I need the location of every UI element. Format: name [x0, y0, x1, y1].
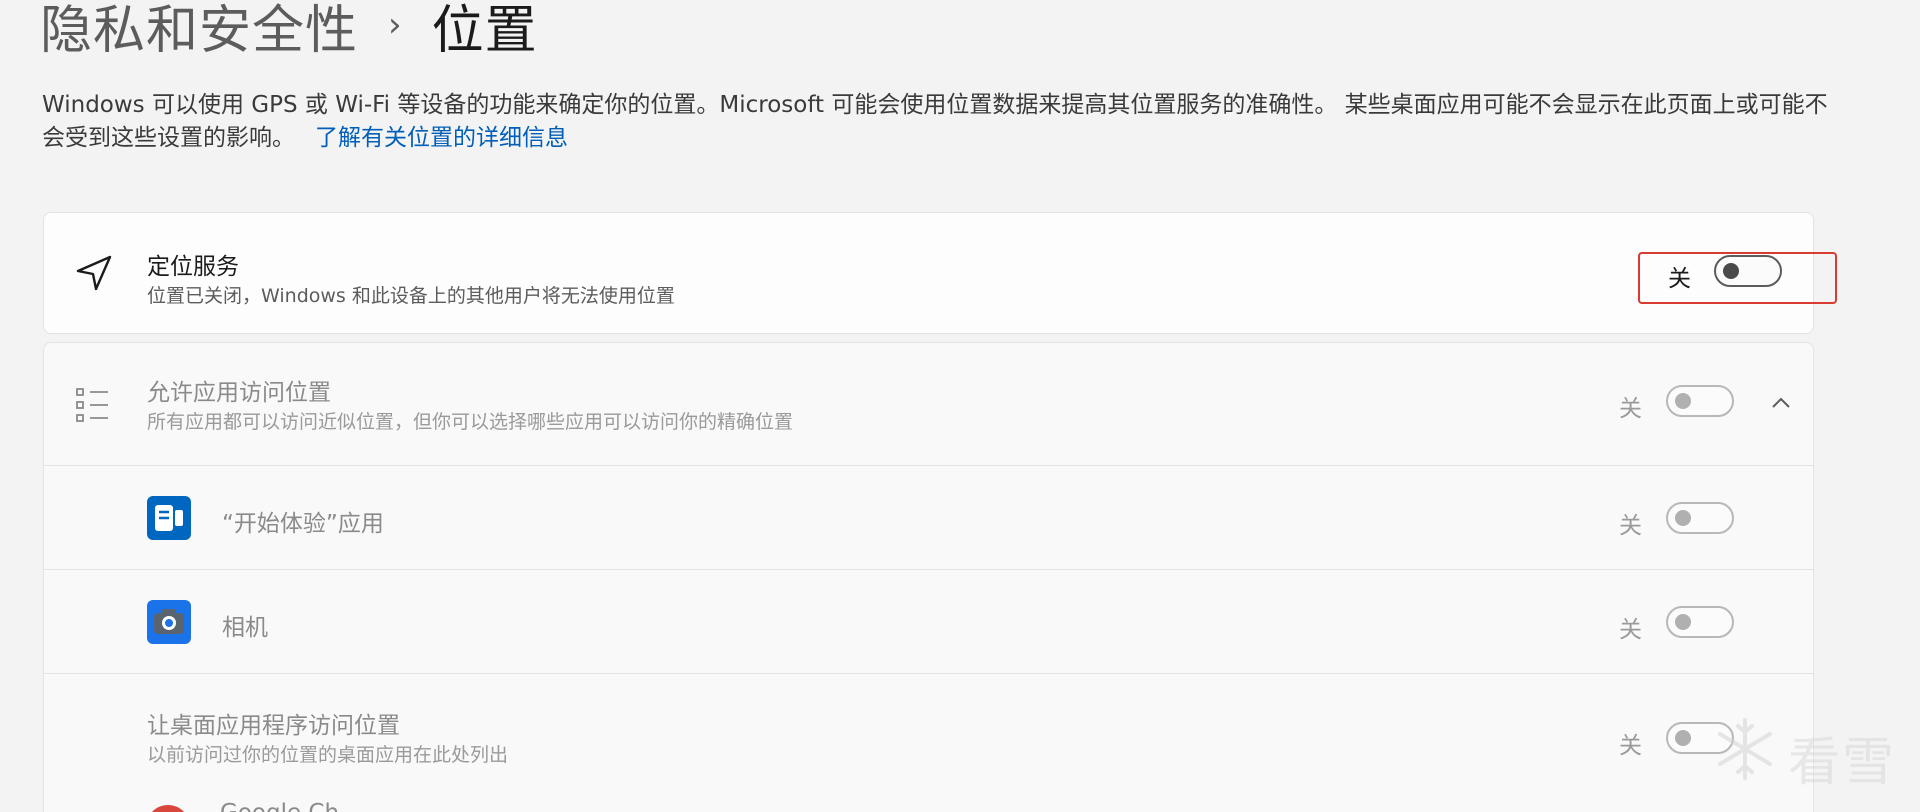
toggle-knob — [1675, 614, 1691, 630]
desktop-access-title: 让桌面应用程序访问位置 — [147, 713, 400, 739]
highlight-annotation — [1638, 252, 1837, 304]
app-access-state: 关 — [1619, 396, 1642, 422]
location-arrow-icon — [72, 251, 116, 295]
camera-toggle[interactable] — [1666, 606, 1734, 638]
toggle-knob — [1675, 393, 1691, 409]
get-started-toggle[interactable] — [1666, 502, 1734, 534]
location-service-title: 定位服务 — [147, 254, 239, 280]
toggle-knob — [1675, 730, 1691, 746]
breadcrumb-parent[interactable]: 隐私和安全性 — [40, 0, 358, 63]
breadcrumb: 隐私和安全性 › 位置 — [40, 0, 538, 63]
watermark-text: 看雪 — [1788, 733, 1897, 793]
page-description: Windows 可以使用 GPS 或 Wi-Fi 等设备的功能来确定你的位置。M… — [42, 89, 1832, 155]
app-name: 相机 — [222, 615, 268, 641]
breadcrumb-separator-icon: › — [388, 5, 402, 45]
description-text: Windows 可以使用 GPS 或 Wi-Fi 等设备的功能来确定你的位置。M… — [42, 92, 1828, 151]
chevron-up-icon[interactable] — [1759, 381, 1803, 425]
app-row-get-started: “开始体验”应用 关 — [44, 465, 1813, 569]
location-service-card: 定位服务 位置已关闭，Windows 和此设备上的其他用户将无法使用位置 关 — [43, 212, 1814, 334]
desktop-access-state: 关 — [1619, 733, 1642, 759]
desktop-app-name: Google Ch — [220, 800, 339, 812]
desktop-access-subtitle: 以前访问过你的位置的桌面应用在此处列出 — [147, 744, 509, 766]
learn-more-link[interactable]: 了解有关位置的详细信息 — [315, 125, 568, 151]
app-state: 关 — [1619, 617, 1642, 643]
app-state: 关 — [1619, 513, 1642, 539]
snowflake-icon — [1718, 718, 1772, 780]
app-access-toggle[interactable] — [1666, 385, 1734, 417]
app-name: “开始体验”应用 — [222, 511, 384, 537]
page-title: 位置 — [431, 0, 538, 61]
desktop-access-row: 让桌面应用程序访问位置 以前访问过你的位置的桌面应用在此处列出 关 — [44, 673, 1813, 812]
app-row-camera: 相机 关 — [44, 569, 1813, 673]
location-service-subtitle: 位置已关闭，Windows 和此设备上的其他用户将无法使用位置 — [147, 285, 675, 307]
get-started-icon — [147, 496, 191, 540]
app-access-title: 允许应用访问位置 — [147, 380, 331, 406]
camera-icon — [147, 600, 191, 644]
list-icon — [74, 383, 118, 427]
app-access-row[interactable]: 允许应用访问位置 所有应用都可以访问近似位置，但你可以选择哪些应用可以访问你的精… — [44, 343, 1813, 465]
toggle-knob — [1675, 510, 1691, 526]
app-access-subtitle: 所有应用都可以访问近似位置，但你可以选择哪些应用可以访问你的精确位置 — [147, 411, 794, 433]
app-access-group: 允许应用访问位置 所有应用都可以访问近似位置，但你可以选择哪些应用可以访问你的精… — [43, 342, 1814, 812]
watermark: 看雪 — [1708, 712, 1918, 793]
